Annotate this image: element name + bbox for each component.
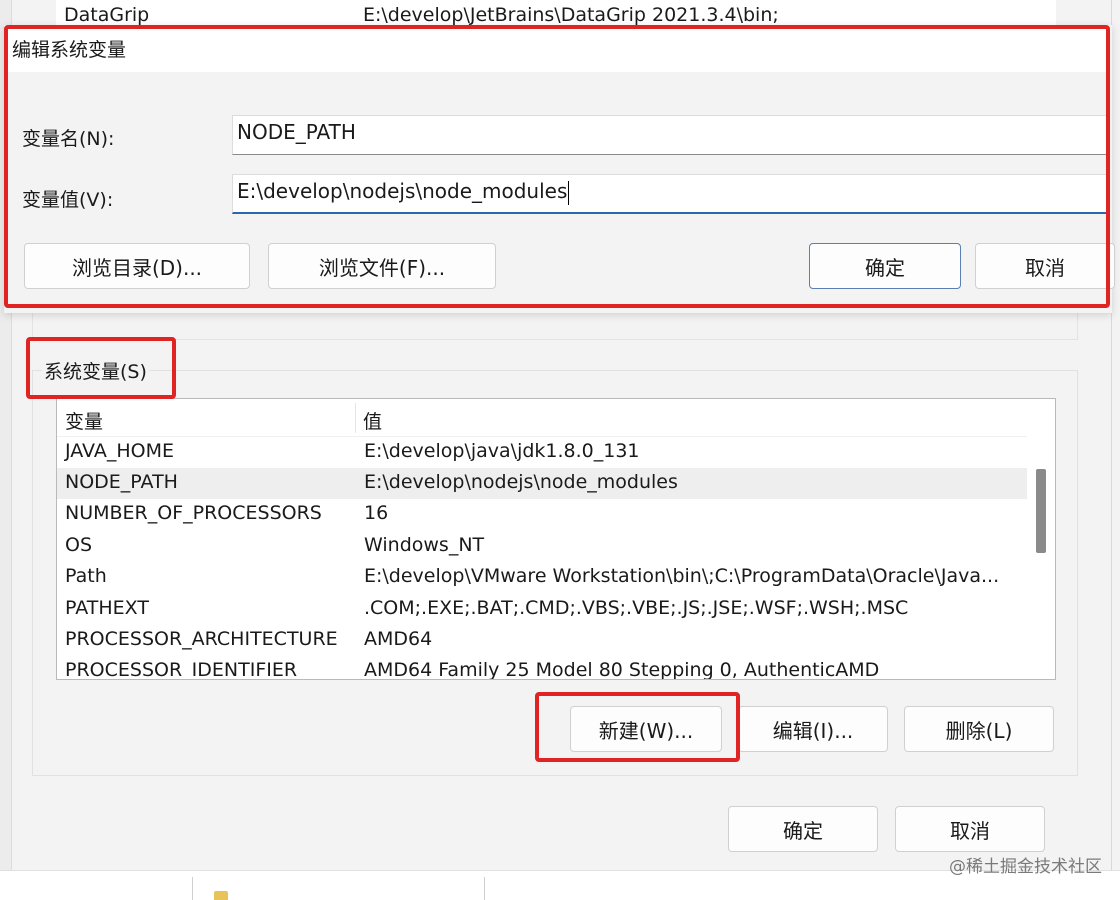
highlight-box-new-button	[535, 692, 740, 762]
row-value: Windows_NT	[364, 534, 485, 556]
row-name: Path	[65, 565, 107, 587]
table-row[interactable]: PROCESSOR_IDENTIFIER AMD64 Family 25 Mod…	[57, 656, 1027, 680]
row-value: 16	[364, 502, 389, 524]
watermark: @稀土掘金技术社区	[949, 857, 1102, 877]
row-name: NODE_PATH	[65, 471, 178, 493]
row-name: NUMBER_OF_PROCESSORS	[65, 502, 322, 524]
row-name: PROCESSOR_ARCHITECTURE	[65, 628, 338, 650]
highlight-box-system-vars	[26, 337, 176, 399]
table-row[interactable]: PATHEXT .COM;.EXE;.BAT;.CMD;.VBS;.VBE;.J…	[57, 594, 1027, 625]
edit-variable-button[interactable]: 编辑(I)...	[738, 706, 888, 752]
row-value: .COM;.EXE;.BAT;.CMD;.VBS;.VBE;.JS;.JSE;.…	[364, 597, 909, 619]
column-separator	[192, 877, 193, 900]
highlight-box-dialog	[4, 25, 1110, 308]
column-header-variable[interactable]: 变量	[65, 407, 103, 434]
table-header: 变量 值	[57, 399, 1027, 437]
system-variables-table[interactable]: 变量 值 JAVA_HOME E:\develop\java\jdk1.8.0_…	[56, 398, 1056, 680]
row-value: E:\develop\VMware Workstation\bin\;C:\Pr…	[364, 565, 1000, 587]
row-value: E:\develop\nodejs\node_modules	[364, 471, 678, 493]
table-row[interactable]: Path E:\develop\VMware Workstation\bin\;…	[57, 562, 1027, 593]
table-row[interactable]: JAVA_HOME E:\develop\java\jdk1.8.0_131	[57, 437, 1027, 468]
table-row[interactable]: NUMBER_OF_PROCESSORS 16	[57, 499, 1027, 530]
row-name: OS	[65, 534, 93, 556]
window-ok-button[interactable]: 确定	[728, 806, 878, 852]
column-separator[interactable]	[355, 403, 356, 433]
row-name: PROCESSOR_IDENTIFIER	[65, 659, 298, 680]
scrollbar-thumb[interactable]	[1036, 469, 1046, 553]
table-scrollbar[interactable]	[1033, 399, 1055, 679]
row-value: E:\develop\java\jdk1.8.0_131	[364, 440, 640, 462]
row-value: AMD64	[364, 628, 433, 650]
table-row[interactable]: OS Windows_NT	[57, 531, 1027, 562]
table-row[interactable]: PROCESSOR_ARCHITECTURE AMD64	[57, 625, 1027, 656]
user-var-value: E:\develop\JetBrains\DataGrip 2021.3.4\b…	[363, 4, 779, 26]
column-separator	[484, 877, 485, 900]
delete-variable-button[interactable]: 删除(L)	[904, 706, 1054, 752]
row-value: AMD64 Family 25 Model 80 Stepping 0, Aut…	[364, 659, 880, 680]
user-var-name: DataGrip	[64, 4, 150, 26]
table-row-selected[interactable]: NODE_PATH E:\develop\nodejs\node_modules	[57, 468, 1027, 499]
column-header-value[interactable]: 值	[363, 407, 382, 434]
window-cancel-button[interactable]: 取消	[895, 806, 1045, 852]
row-name: PATHEXT	[65, 597, 149, 619]
file-icon	[214, 891, 228, 900]
row-name: JAVA_HOME	[65, 440, 174, 462]
